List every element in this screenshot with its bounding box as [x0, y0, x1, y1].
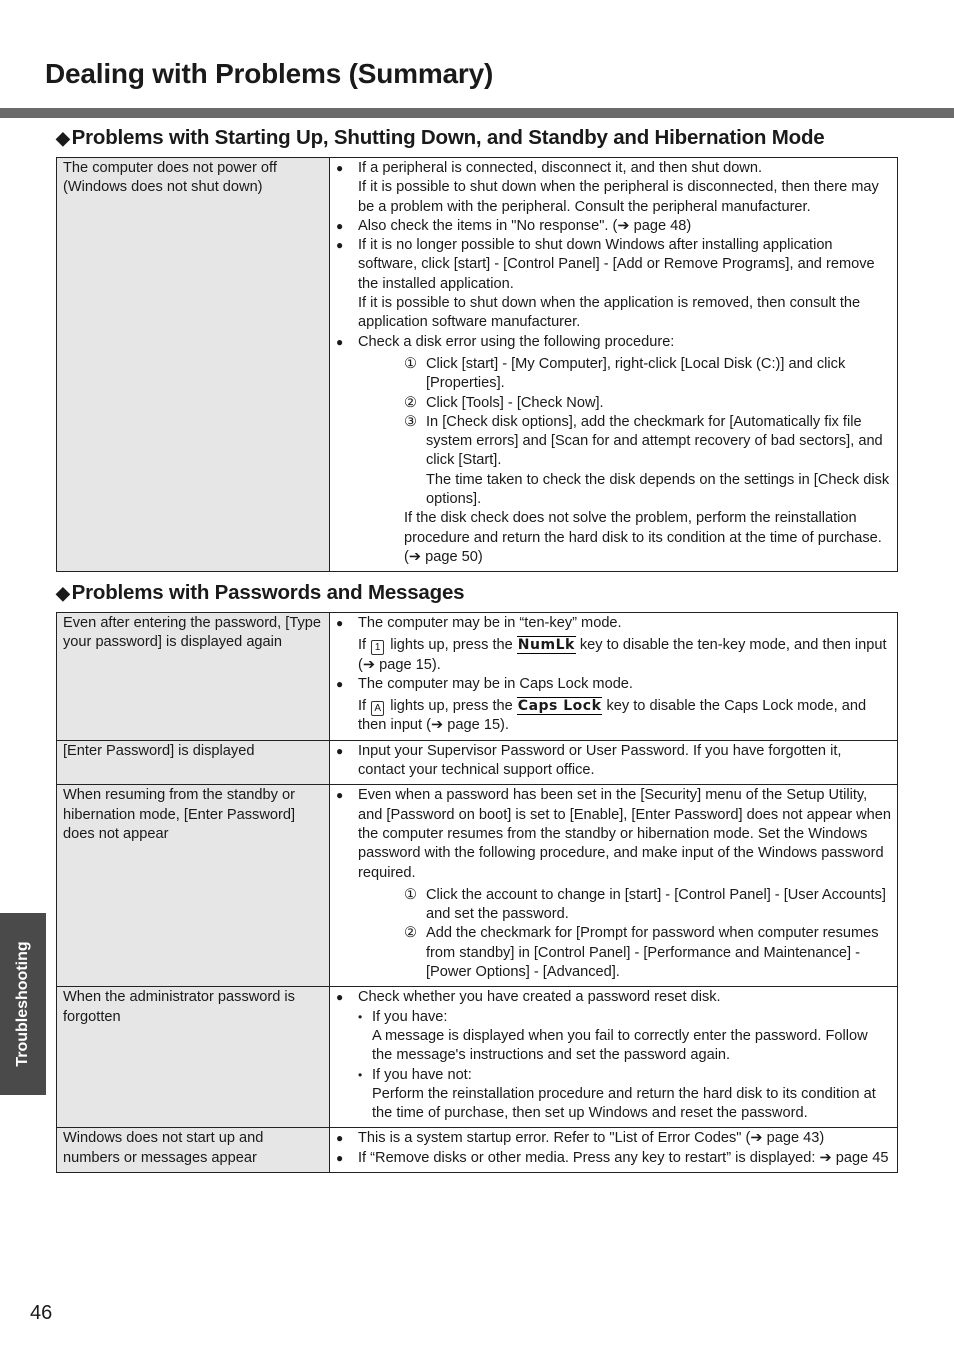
step-number: ① — [404, 886, 418, 903]
solution-text: If 1 lights up, press the NumLk key to d… — [336, 636, 891, 675]
problem-solution: The computer may be in “ten-key” mode. I… — [329, 612, 898, 741]
solution-text: Perform the reinstallation procedure and… — [372, 1085, 876, 1122]
capslock-indicator-icon: A — [371, 701, 385, 717]
solution-bullet: Even when a password has been set in the… — [336, 786, 891, 882]
procedure-step: ③ In [Check disk options], add the checkm… — [404, 413, 891, 509]
solution-bullet: This is a system startup error. Refer to… — [336, 1129, 891, 1149]
solution-text: If it is possible to shut down when the … — [358, 179, 879, 215]
problem-solution: If a peripheral is connected, disconnect… — [329, 156, 898, 573]
table-row: When resuming from the standby or hibern… — [56, 784, 898, 988]
procedure-step: ② Add the checkmark for [Prompt for passw… — [404, 924, 891, 982]
step-note: The time taken to check the disk depends… — [426, 471, 890, 508]
table-row: [Enter Password] is displayed Input your… — [56, 739, 898, 786]
problem-solution: This is a system startup error. Refer to… — [329, 1127, 898, 1174]
problem-condition: When resuming from the standby or hibern… — [56, 784, 330, 988]
step-number: ② — [404, 394, 418, 411]
section-heading-text: Problems with Passwords and Messages — [71, 581, 465, 604]
text: lights up, press the — [390, 698, 513, 715]
solution-bullet: If a peripheral is connected, disconnect… — [336, 159, 891, 179]
numlk-key-label: NumLk — [516, 636, 576, 655]
side-tab-troubleshooting: Troubleshooting — [0, 913, 46, 1095]
problem-solution: Input your Supervisor Password or User P… — [329, 739, 898, 786]
step-text: Click [start] - [My Computer], right-cli… — [426, 355, 846, 392]
solution-text: If A lights up, press the Caps Lock key … — [336, 697, 891, 736]
text: If — [358, 637, 367, 654]
diamond-icon: ◆ — [56, 128, 70, 148]
capslock-key-label: Caps Lock — [516, 697, 603, 716]
solution-bullet: The computer may be in “ten-key” mode. — [336, 614, 891, 634]
page-title: Dealing with Problems (Summary) — [45, 58, 494, 89]
solution-text: If the disk check does not solve the pro… — [404, 510, 882, 565]
problem-solution: Check whether you have created a passwor… — [329, 986, 898, 1129]
procedure-step: ② Click [Tools] - [Check Now]. — [404, 394, 891, 413]
procedure-step: ① Click the account to change in [start] … — [404, 886, 891, 925]
solution-bullet: Check whether you have created a passwor… — [336, 988, 891, 1008]
step-number: ② — [404, 925, 418, 942]
step-text: Add the checkmark for [Prompt for passwo… — [426, 925, 879, 981]
text: lights up, press the — [390, 637, 513, 654]
side-tab-label: Troubleshooting — [14, 941, 31, 1067]
step-text: Click [Tools] - [Check Now]. — [426, 394, 604, 411]
sub-bullet: If you have not: — [336, 1066, 891, 1086]
step-number: ③ — [404, 413, 418, 430]
section-heading-startup: ◆Problems with Starting Up, Shutting Dow… — [56, 126, 825, 150]
section-heading-text: Problems with Starting Up, Shutting Down… — [71, 126, 825, 149]
problem-solution: Even when a password has been set in the… — [329, 784, 898, 988]
page-number: 46 — [30, 1302, 53, 1324]
diamond-icon: ◆ — [56, 583, 70, 603]
solution-bullet: If it is no longer possible to shut down… — [336, 236, 891, 294]
step-number: ① — [404, 355, 418, 372]
problem-condition: [Enter Password] is displayed — [56, 739, 330, 786]
procedure-steps: ① Click the account to change in [start] … — [336, 886, 891, 982]
table-row: Even after entering the password, [Type … — [56, 612, 898, 741]
solution-bullet: Input your Supervisor Password or User P… — [336, 742, 891, 781]
sub-bullet: If you have: — [336, 1008, 891, 1028]
section-heading-passwords: ◆Problems with Passwords and Messages — [56, 581, 465, 605]
problem-condition: Even after entering the password, [Type … — [56, 612, 330, 741]
solution-bullet: Check a disk error using the following p… — [336, 333, 891, 353]
problem-condition: Windows does not start up and numbers or… — [56, 1127, 330, 1174]
text: If — [358, 698, 367, 715]
problem-condition: When the administrator password is forgo… — [56, 986, 330, 1129]
procedure-step: ① Click [start] - [My Computer], right-cl… — [404, 355, 891, 394]
solution-bullet: Also check the items in "No response". (… — [336, 217, 891, 237]
solution-bullet: If “Remove disks or other media. Press a… — [336, 1149, 891, 1169]
title-divider-bar — [0, 108, 954, 118]
step-text: In [Check disk options], add the checkma… — [426, 413, 883, 469]
table-row: Windows does not start up and numbers or… — [56, 1127, 898, 1174]
table-row: When the administrator password is forgo… — [56, 986, 898, 1129]
startup-problems-table: The computer does not power off (Windows… — [56, 156, 898, 573]
table-row: The computer does not power off (Windows… — [56, 156, 898, 573]
solution-text: A message is displayed when you fail to … — [372, 1027, 868, 1064]
problem-condition: The computer does not power off (Windows… — [56, 156, 330, 573]
solution-text: If it is possible to shut down when the … — [358, 295, 861, 331]
procedure-steps: ① Click [start] - [My Computer], right-cl… — [336, 355, 891, 509]
numlock-indicator-icon: 1 — [371, 640, 385, 656]
step-text: Click the account to change in [start] -… — [426, 886, 886, 923]
solution-bullet: The computer may be in Caps Lock mode. — [336, 675, 891, 695]
password-problems-table: Even after entering the password, [Type … — [56, 612, 898, 1174]
